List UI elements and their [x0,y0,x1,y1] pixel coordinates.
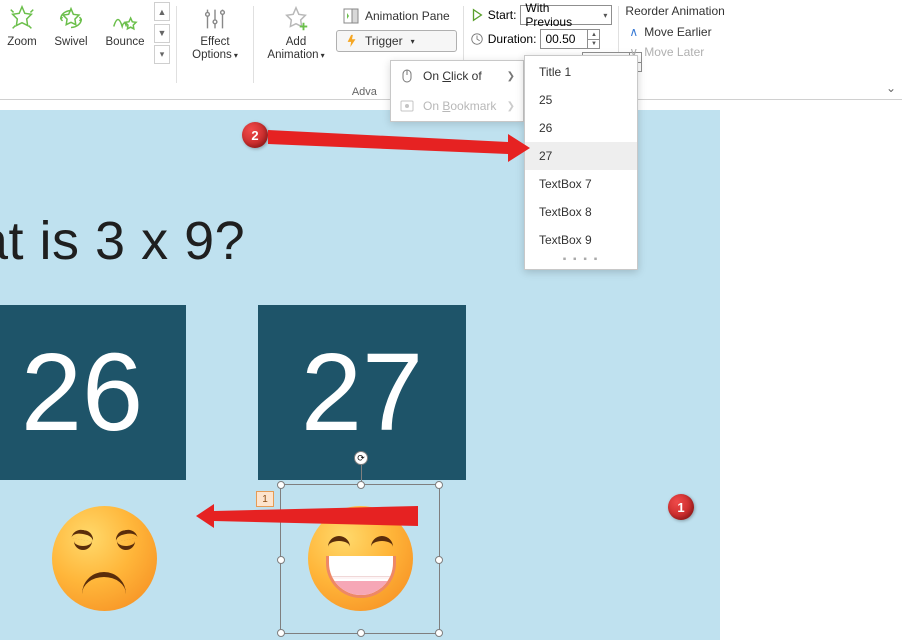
answer-card-26-text: 26 [21,329,143,456]
chevron-right-icon: ❯ [507,101,515,112]
trigger-label: Trigger [365,34,403,48]
callout-1-number: 1 [668,494,694,520]
duration-field: Duration: ▲▼ [470,28,613,50]
trigger-submenu: On Click of ❯ On Bookmark ❯ [390,60,524,122]
start-icon [470,8,484,22]
resize-handle[interactable] [357,629,365,637]
anim-zoom[interactable]: Zoom [0,2,44,49]
object-item[interactable]: 25 [525,86,637,114]
effect-options-icon [200,4,230,34]
gallery-up[interactable]: ▲ [154,2,170,21]
animation-pane-icon [343,8,359,24]
anim-swivel[interactable]: Swivel [44,2,98,49]
arrow-up-icon: ∧ [629,25,638,39]
move-earlier-button[interactable]: ∧ Move Earlier [625,22,711,42]
callout-arrow-2 [268,124,548,174]
duration-label: Duration: [488,32,537,46]
move-later-label: Move Later [644,45,704,59]
gallery-down[interactable]: ▼ [154,24,170,43]
resize-handle[interactable] [277,481,285,489]
swivel-star-icon [56,4,86,34]
object-item[interactable]: Title 1 [525,58,637,86]
anim-bounce[interactable]: Bounce [98,2,152,49]
add-animation-icon [281,4,311,34]
animation-pane-label: Animation Pane [365,9,450,23]
zoom-star-icon [7,4,37,34]
animation-pane-button[interactable]: Animation Pane [336,4,457,28]
resize-handle[interactable] [357,481,365,489]
resize-handle[interactable] [277,629,285,637]
chevron-down-icon: ▾ [603,11,607,20]
callout-2: 2 [242,122,268,148]
object-item[interactable]: TextBox 7 [525,170,637,198]
callout-1: 1 [446,494,694,520]
effect-options-label: Effect Options▾ [192,36,238,62]
start-value: With Previous [525,1,599,29]
ribbon-collapse-button[interactable]: ⌄ [886,81,896,95]
trigger-button[interactable]: Trigger ▾ [336,30,457,52]
reorder-title: Reorder Animation [625,4,724,18]
mouse-icon [399,68,415,84]
start-combo[interactable]: With Previous ▾ [520,5,612,25]
duration-input[interactable] [541,32,587,46]
chevron-down-icon: ▾ [411,37,415,46]
trigger-icon [345,34,359,48]
callout-2-number: 2 [242,122,268,148]
start-label: Start: [488,8,517,22]
effect-options-button[interactable]: Effect Options▾ [183,2,247,62]
anim-bounce-label: Bounce [105,36,144,49]
spin-down[interactable]: ▼ [587,39,599,48]
add-animation-label: Add Animation▾ [267,36,324,62]
slide-title[interactable]: at is 3 x 9? [0,210,245,272]
on-bookmark-label: On Bookmark [423,99,496,113]
sad-emoji[interactable] [52,506,157,611]
on-click-of-item[interactable]: On Click of ❯ [391,61,523,91]
move-earlier-label: Move Earlier [644,25,711,39]
object-list-more[interactable]: ▪ ▪ ▪ ▪ [525,254,637,267]
gallery-scroll: ▲ ▼ ▾ [154,2,170,64]
duration-icon [470,32,484,46]
resize-handle[interactable] [435,481,443,489]
resize-handle[interactable] [435,629,443,637]
callout-arrow-1 [196,496,456,546]
on-bookmark-item: On Bookmark ❯ [391,91,523,121]
anim-zoom-label: Zoom [7,36,36,49]
rotate-handle[interactable]: ⟳ [354,451,368,465]
bounce-star-icon [110,4,140,34]
bookmark-icon [399,98,415,114]
answer-card-27-text: 27 [301,329,423,456]
resize-handle[interactable] [435,556,443,564]
duration-spinner[interactable]: ▲▼ [540,29,600,49]
object-item[interactable]: TextBox 9 [525,226,637,254]
on-click-of-label: On Click of [423,69,482,83]
start-field: Start: With Previous ▾ [470,4,613,26]
object-item[interactable]: TextBox 8 [525,198,637,226]
gallery-more[interactable]: ▾ [154,45,170,64]
answer-card-26[interactable]: 26 [0,305,186,480]
chevron-right-icon: ❯ [507,71,515,82]
spin-up[interactable]: ▲ [587,30,599,39]
add-animation-button[interactable]: Add Animation▾ [260,2,332,62]
anim-swivel-label: Swivel [54,36,87,49]
resize-handle[interactable] [277,556,285,564]
